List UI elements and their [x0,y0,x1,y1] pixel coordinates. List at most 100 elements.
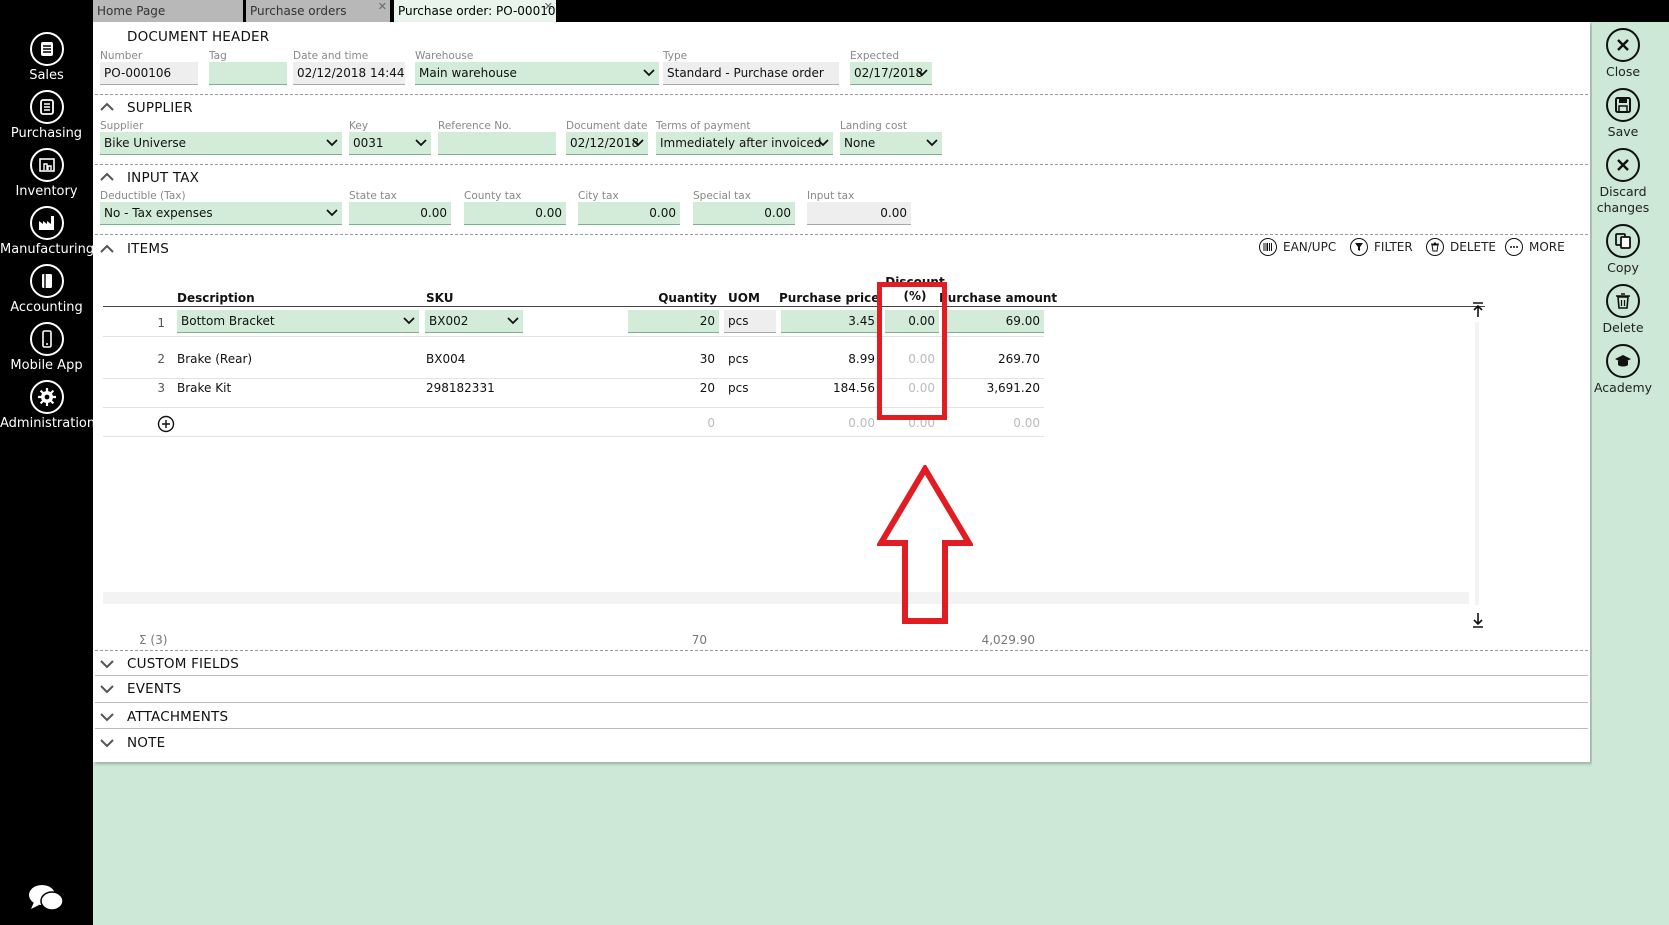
close-tab-icon[interactable]: ✕ [544,0,553,18]
custom-fields-section-title[interactable]: CUSTOM FIELDS [127,656,239,672]
action-label: Close [1605,64,1641,79]
column-quantity[interactable]: Quantity [653,291,717,305]
row-uom[interactable]: pcs [728,381,748,395]
nav-mobile-app[interactable]: Mobile App [0,322,93,373]
tag-field[interactable] [209,62,287,85]
close-tab-icon[interactable]: ✕ [378,0,387,18]
chevron-up-icon[interactable] [100,102,114,112]
chevron-down-icon[interactable] [100,738,114,748]
chevron-down-icon [632,139,644,147]
state-tax-label: State tax [349,190,397,202]
chevron-up-icon[interactable] [100,244,114,254]
scroll-to-top-icon[interactable] [1471,302,1485,318]
date-time-field[interactable]: 02/12/2018 14:44 [293,62,405,85]
row-amount[interactable]: 269.70 [939,352,1040,366]
state-tax-field[interactable]: 0.00 [349,202,451,225]
chevron-up-icon[interactable] [100,172,114,182]
add-row-icon[interactable] [157,415,175,433]
deductible-tax-select[interactable]: No - Tax expenses [100,202,342,225]
new-row-price[interactable]: 0.00 [779,416,875,430]
new-row-quantity[interactable]: 0 [653,416,715,430]
column-purchase-price[interactable]: Purchase price [779,291,879,305]
row-price-field[interactable]: 3.45 [781,310,879,333]
chevron-down-icon[interactable] [100,659,114,669]
chevron-down-icon[interactable] [100,684,114,694]
row-amount-field[interactable]: 69.00 [945,310,1044,333]
supplier-select[interactable]: Bike Universe [100,132,342,155]
chevron-down-icon[interactable] [100,712,114,722]
save-button[interactable]: Save [1592,88,1654,140]
action-label: Discard changes [1596,184,1650,215]
ean-upc-button[interactable]: EAN/UPC [1259,238,1336,256]
section-divider [95,650,1588,651]
expected-date-field[interactable]: 02/17/2018 [850,62,932,85]
new-row-amount[interactable]: 0.00 [939,416,1040,430]
row-quantity-field[interactable]: 20 [628,310,719,333]
input-tax-label: Input tax [807,190,855,202]
scroll-to-bottom-icon[interactable] [1471,612,1485,628]
column-sku[interactable]: SKU [426,291,453,305]
number-field[interactable]: PO-000106 [100,62,198,85]
nav-manufacturing[interactable]: Manufacturing [0,206,94,257]
delete-row-button[interactable]: DELETE [1426,238,1496,256]
row-sku[interactable]: BX004 [426,352,465,366]
column-description[interactable]: Description [177,291,255,305]
row-sku[interactable]: 298182331 [426,381,495,395]
row-amount[interactable]: 3,691.20 [939,381,1040,395]
horizontal-scrollbar[interactable] [103,592,1469,604]
landing-cost-select[interactable]: None [840,132,942,155]
nav-label: Mobile App [10,358,83,373]
nav-label: Inventory [15,184,78,199]
events-section-title[interactable]: EVENTS [127,681,181,697]
tab-home-page[interactable]: Home Page [93,0,243,22]
row-description-select[interactable]: Bottom Bracket [177,310,419,333]
row-uom-field[interactable]: pcs [724,310,776,333]
filter-button[interactable]: FILTER [1350,238,1413,256]
county-tax-label: County tax [464,190,522,202]
key-select[interactable]: 0031 [349,132,431,155]
delete-button[interactable]: Delete [1592,284,1654,336]
input-tax-section-title[interactable]: INPUT TAX [127,170,199,186]
row-number: 1 [157,316,165,330]
row-quantity[interactable]: 20 [653,381,715,395]
row-quantity[interactable]: 30 [653,352,715,366]
reference-no-field[interactable] [438,132,556,155]
column-uom[interactable]: UOM [728,291,760,305]
terms-of-payment-select[interactable]: Immediately after invoiced [656,132,833,155]
supplier-section-title[interactable]: SUPPLIER [127,100,193,116]
vertical-scrollbar[interactable] [1475,322,1479,605]
attachments-section-title[interactable]: ATTACHMENTS [127,709,228,725]
items-section-title[interactable]: ITEMS [127,241,169,257]
discard-changes-button[interactable]: Discard changes [1592,148,1654,216]
row-number: 3 [157,381,165,395]
copy-button[interactable]: Copy [1592,224,1654,276]
row-sku-select[interactable]: BX002 [425,310,523,333]
more-button[interactable]: MORE [1505,238,1565,256]
row-price[interactable]: 184.56 [779,381,875,395]
nav-sales[interactable]: Sales [0,32,93,83]
nav-administration[interactable]: Administration [0,380,95,431]
close-button[interactable]: Close [1592,28,1654,80]
tab-purchase-order[interactable]: Purchase order: PO-000106 ✕ [394,0,556,22]
row-price[interactable]: 8.99 [779,352,875,366]
warehouse-select[interactable]: Main warehouse [415,62,659,85]
document-date-field[interactable]: 02/12/2018 [566,132,648,155]
tab-purchase-orders[interactable]: Purchase orders ✕ [246,0,390,22]
nav-inventory[interactable]: Inventory [0,148,93,199]
nav-accounting[interactable]: Accounting [0,264,93,315]
row-number: 2 [157,352,165,366]
row-description[interactable]: Brake Kit [177,381,231,395]
type-field[interactable]: Standard - Purchase order [663,62,839,85]
academy-button[interactable]: Academy [1592,344,1654,396]
chat-icon[interactable] [28,883,64,913]
ean-upc-label: EAN/UPC [1283,240,1337,254]
row-description[interactable]: Brake (Rear) [177,352,252,366]
input-tax-field[interactable]: 0.00 [807,202,911,225]
note-section-title[interactable]: NOTE [127,735,165,751]
city-tax-field[interactable]: 0.00 [578,202,680,225]
special-tax-field[interactable]: 0.00 [693,202,795,225]
nav-purchasing[interactable]: Purchasing [0,90,93,141]
row-uom[interactable]: pcs [728,352,748,366]
county-tax-field[interactable]: 0.00 [464,202,566,225]
column-purchase-amount[interactable]: Purchase amount [939,291,1057,305]
